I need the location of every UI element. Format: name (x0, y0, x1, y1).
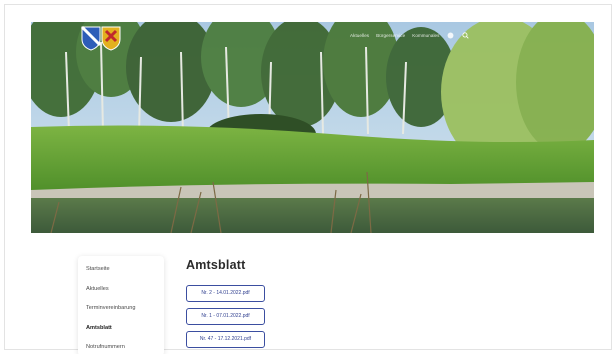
document-button-nr47[interactable]: Nr. 47 - 17.12.2021.pdf (186, 331, 265, 348)
document-button-nr2[interactable]: Nr. 2 - 14.01.2022.pdf (186, 285, 265, 302)
sidebar-item-aktuelles[interactable]: Aktuelles (86, 283, 164, 303)
sidebar-item-terminvereinbarung[interactable]: Terminvereinbarung (86, 302, 164, 322)
search-icon[interactable] (462, 31, 470, 39)
sidebar-item-notrufnummern[interactable]: Notrufnummern (86, 341, 164, 354)
user-icon[interactable] (447, 31, 455, 39)
hero-landscape-illustration (31, 22, 594, 233)
nav-link-kommunales[interactable]: Kommunales (412, 33, 439, 38)
sidebar-item-startseite[interactable]: Startseite (86, 263, 164, 283)
coat-of-arms-logo[interactable] (80, 25, 122, 51)
top-navigation: Aktuelles Bürgerservice Kommunales (350, 31, 470, 39)
coat-of-arms-icon (80, 25, 121, 51)
document-list: Nr. 2 - 14.01.2022.pdf Nr. 1 - 07.01.202… (186, 285, 265, 348)
nav-link-buergerservice[interactable]: Bürgerservice (376, 33, 405, 38)
sidebar-item-amtsblatt[interactable]: Amtsblatt (86, 322, 164, 342)
sidebar-menu: Startseite Aktuelles Terminvereinbarung … (78, 256, 164, 354)
page-title: Amtsblatt (186, 258, 246, 272)
hero-image (31, 22, 594, 233)
nav-link-aktuelles[interactable]: Aktuelles (350, 33, 369, 38)
document-button-nr1[interactable]: Nr. 1 - 07.01.2022.pdf (186, 308, 265, 325)
